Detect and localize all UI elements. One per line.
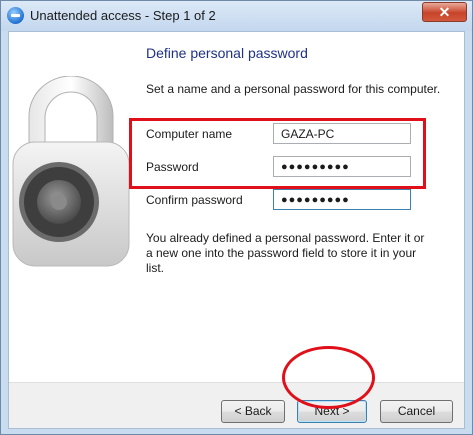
password-note: You already defined a personal password.…: [146, 231, 425, 275]
annotation-ellipse: [282, 346, 375, 409]
title-bar[interactable]: Unattended access - Step 1 of 2 ✕: [1, 1, 472, 31]
page-heading: Define personal password: [146, 45, 308, 61]
confirm-password-field[interactable]: ●●●●●●●●●: [273, 189, 411, 210]
close-button[interactable]: ✕: [422, 2, 467, 22]
window-title: Unattended access - Step 1 of 2: [30, 8, 216, 23]
dialog-content: Define personal password Set a name and …: [8, 31, 465, 429]
padlock-icon: [12, 76, 130, 267]
annotation-rectangle: [129, 118, 426, 189]
cancel-button[interactable]: Cancel: [380, 400, 453, 423]
page-description: Set a name and a personal password for t…: [146, 82, 441, 96]
confirm-password-label: Confirm password: [146, 193, 243, 207]
teamviewer-icon: [7, 7, 24, 24]
back-button[interactable]: < Back: [221, 400, 285, 423]
dialog-window: Unattended access - Step 1 of 2 ✕ Define…: [0, 0, 473, 435]
